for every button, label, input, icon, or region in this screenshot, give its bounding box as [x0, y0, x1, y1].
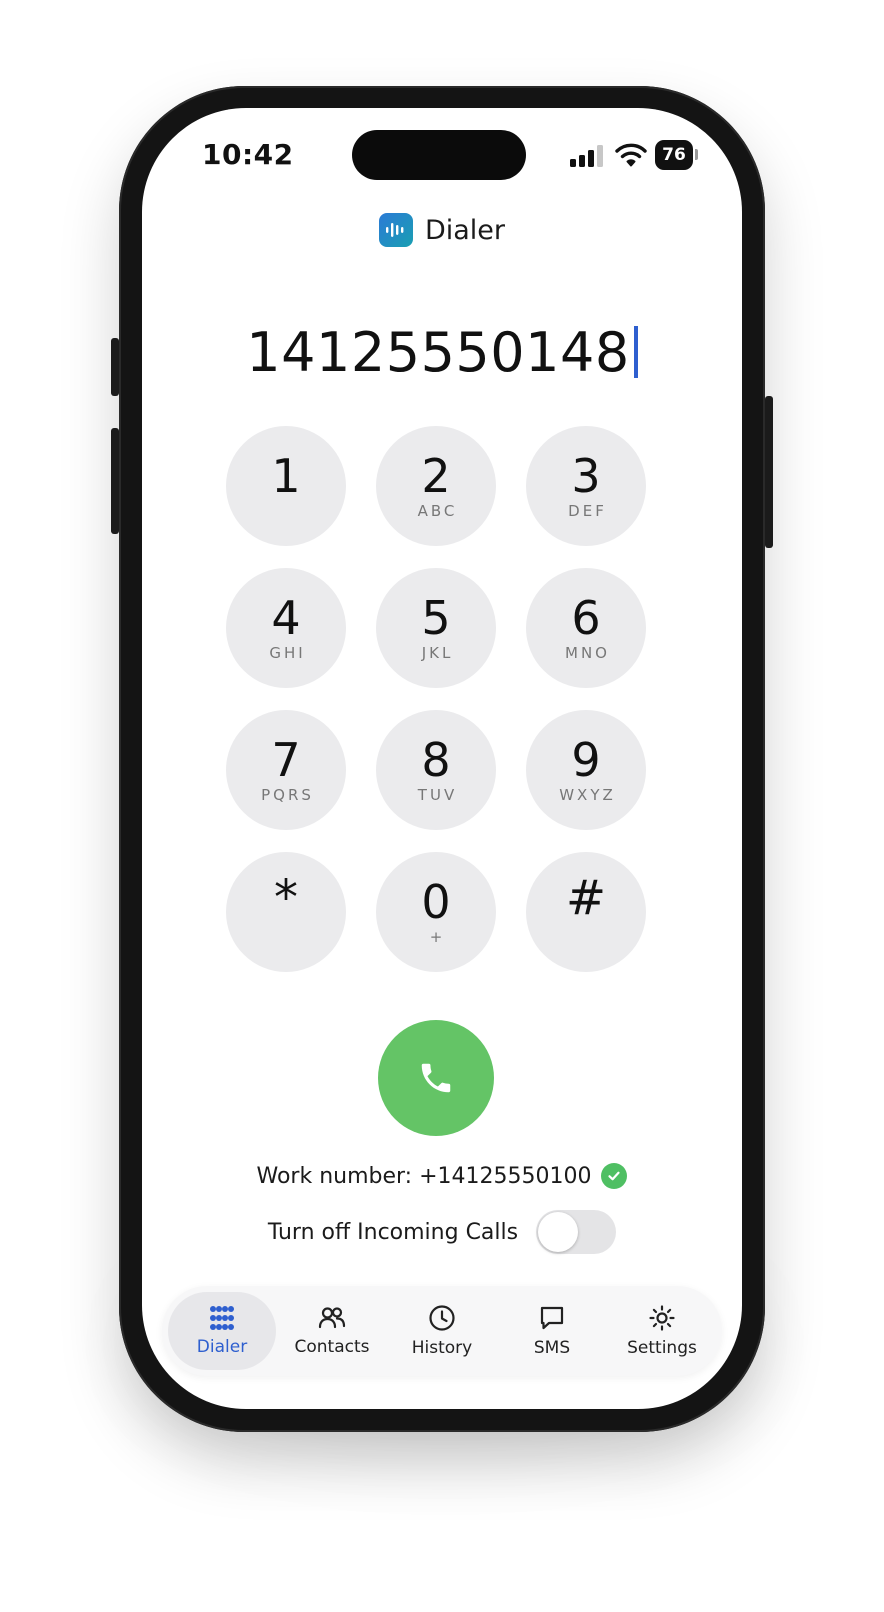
volume-buttons	[111, 428, 119, 534]
key-letters: TUV	[417, 786, 458, 804]
key-letters: MNO	[565, 644, 610, 662]
battery-level: 76	[655, 140, 693, 170]
key-2[interactable]: 2 ABC	[376, 426, 496, 546]
app-header: Dialer	[142, 210, 742, 250]
key-digit: 9	[571, 733, 601, 787]
tab-contacts[interactable]: Contacts	[278, 1292, 386, 1370]
incoming-calls-row: Turn off Incoming Calls	[142, 1210, 742, 1254]
key-digit: 1	[271, 449, 301, 503]
key-7[interactable]: 7 PQRS	[226, 710, 346, 830]
key-letters: PQRS	[261, 786, 314, 804]
keypad-grid-icon	[210, 1306, 234, 1330]
incoming-calls-label: Turn off Incoming Calls	[267, 1219, 519, 1245]
tab-label: Contacts	[294, 1337, 370, 1357]
keypad: 1 2 ABC 3 DEF 4 GHI 5 JKL 6 MNO 7 PQRS 8 TUV 9W…	[226, 426, 658, 972]
key-letters: GHI	[269, 644, 306, 662]
tab-dialer[interactable]: Dialer	[168, 1292, 276, 1370]
key-8[interactable]: 8 TUV	[376, 710, 496, 830]
power-button	[765, 396, 773, 548]
dialed-number-display[interactable]: 14125550148	[142, 318, 742, 388]
key-3[interactable]: 3 DEF	[526, 426, 646, 546]
key-letters: +	[429, 928, 446, 946]
toggle-knob	[538, 1212, 579, 1252]
clock-icon	[429, 1305, 455, 1331]
people-icon	[318, 1307, 346, 1329]
key-9[interactable]: 9 WXYZ	[526, 710, 646, 830]
status-time: 10:42	[202, 138, 294, 171]
key-4[interactable]: 4 GHI	[226, 568, 346, 688]
key-1[interactable]: 1	[226, 426, 346, 546]
key-digit: 0	[421, 875, 451, 929]
tab-label: Dialer	[196, 1337, 248, 1357]
dynamic-island	[352, 130, 526, 180]
key-digit: 5	[421, 591, 451, 645]
key-digit: 7	[271, 733, 301, 787]
work-number-row: Work number: +14125550100	[142, 1163, 742, 1189]
tab-settings[interactable]: Settings	[608, 1292, 716, 1370]
phone-handset-icon	[421, 1063, 451, 1093]
work-number-text: Work number: +14125550100	[256, 1163, 592, 1189]
tab-sms[interactable]: SMS	[498, 1292, 606, 1370]
sun-gear-icon	[649, 1305, 675, 1331]
key-letters: DEF	[568, 502, 607, 520]
key-letters: ABC	[417, 502, 458, 520]
wifi-icon	[615, 142, 647, 172]
key-digit: *	[274, 870, 298, 926]
incoming-calls-toggle[interactable]	[536, 1210, 617, 1254]
bottom-tab-bar: Dialer Contacts History SMS Settings	[162, 1286, 722, 1376]
app-logo-icon	[378, 213, 413, 247]
key-digit: 8	[421, 733, 451, 787]
chat-bubble-icon	[540, 1306, 564, 1330]
key-digit: 4	[271, 591, 301, 645]
dialed-number: 14125550148	[246, 321, 630, 384]
call-button[interactable]	[378, 1020, 494, 1136]
stage: 10:42 76 Dialer 14125550148 1 2 ABC 3 DE…	[0, 0, 884, 1612]
key-digit: 3	[571, 449, 601, 503]
battery-nub	[695, 149, 698, 160]
key-letters: JKL	[421, 644, 454, 662]
key-6[interactable]: 6 MNO	[526, 568, 646, 688]
tab-label: Settings	[627, 1338, 697, 1358]
app-title: Dialer	[424, 214, 506, 246]
key-digit: 2	[421, 449, 451, 503]
tab-label: SMS	[533, 1338, 571, 1358]
key-hash[interactable]: #	[526, 852, 646, 972]
verified-check-icon	[601, 1163, 628, 1189]
key-digit: #	[565, 870, 607, 926]
cellular-signal-icon	[570, 145, 606, 167]
key-0[interactable]: 0 +	[376, 852, 496, 972]
tab-history[interactable]: History	[388, 1292, 496, 1370]
key-star[interactable]: *	[226, 852, 346, 972]
phone-screen: 10:42 76 Dialer 14125550148 1 2 ABC 3 DE…	[142, 108, 742, 1409]
tab-label: History	[411, 1338, 473, 1358]
text-cursor	[633, 326, 638, 378]
mute-switch	[111, 338, 119, 396]
phone-frame: 10:42 76 Dialer 14125550148 1 2 ABC 3 DE…	[111, 86, 773, 1432]
key-5[interactable]: 5 JKL	[376, 568, 496, 688]
key-digit: 6	[571, 591, 601, 645]
key-letters: WXYZ	[559, 786, 616, 804]
